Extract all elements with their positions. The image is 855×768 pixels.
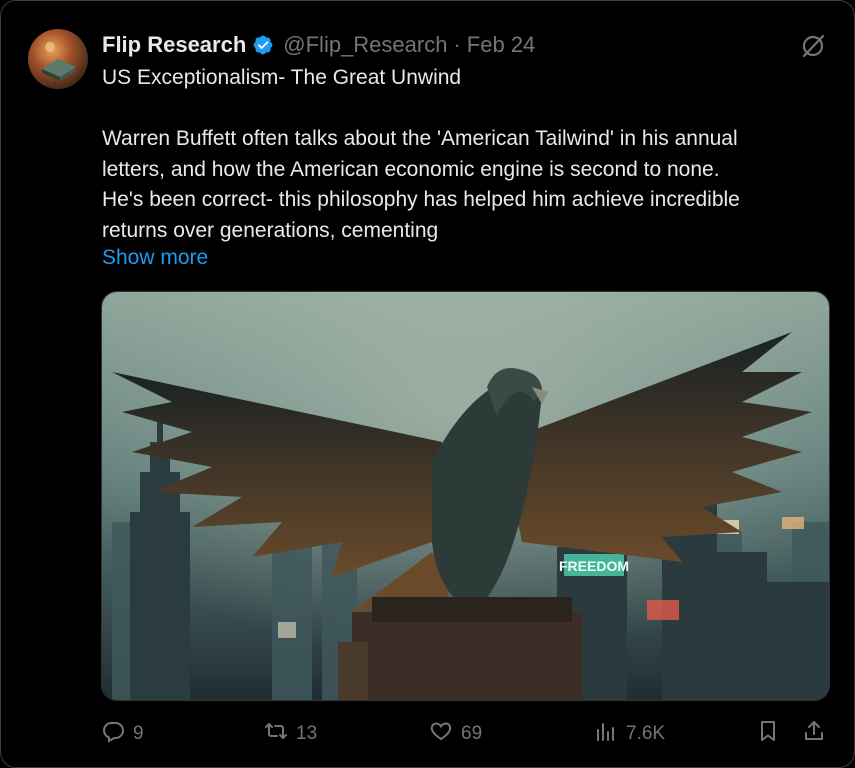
views-button[interactable]: 7.6K [594,717,665,751]
author-handle[interactable]: @Flip_Research [283,32,447,58]
share-icon [802,719,826,749]
like-button[interactable]: 69 [429,717,482,751]
separator-dot: · [453,32,461,57]
repost-count: 13 [296,723,318,744]
tweet-body-line: letters, and how the American economic e… [102,157,720,181]
tweet-card[interactable]: Flip Research @Flip_Research · Feb 24 US… [0,0,855,768]
tweet-image[interactable]: FREEDOM [101,291,830,701]
author-name[interactable]: Flip Research [102,32,246,58]
repost-button[interactable]: 13 [264,717,317,751]
show-more-link[interactable]: Show more [102,243,208,273]
tweet-text: US Exceptionalism- The Great Unwind Warr… [102,63,832,246]
tweet-title: US Exceptionalism- The Great Unwind [102,66,462,89]
action-bar: 9 13 69 7.6K [101,717,828,751]
views-icon [594,719,618,749]
avatar[interactable] [28,29,88,89]
tweet-body-line: returns over generations, cementing [102,218,439,242]
bookmark-button[interactable] [756,717,780,751]
heart-icon [429,719,453,749]
grok-icon[interactable] [800,33,826,59]
reply-icon [101,719,125,749]
like-count: 69 [461,723,483,744]
share-button[interactable] [802,717,826,751]
reply-button[interactable]: 9 [101,717,144,751]
tweet-body-line: Warren Buffett often talks about the 'Am… [102,127,738,150]
reply-count: 9 [133,723,144,744]
bookmark-icon [756,719,780,749]
repost-icon [264,719,288,749]
tweet-body-line: He's been correct- this philosophy has h… [102,188,740,211]
tweet-date[interactable]: Feb 24 [467,32,536,58]
views-count: 7.6K [626,723,666,744]
tweet-header: Flip Research @Flip_Research · Feb 24 [102,31,535,59]
verified-badge-icon [252,34,274,56]
image-sign-text: FREEDOM [559,558,629,574]
